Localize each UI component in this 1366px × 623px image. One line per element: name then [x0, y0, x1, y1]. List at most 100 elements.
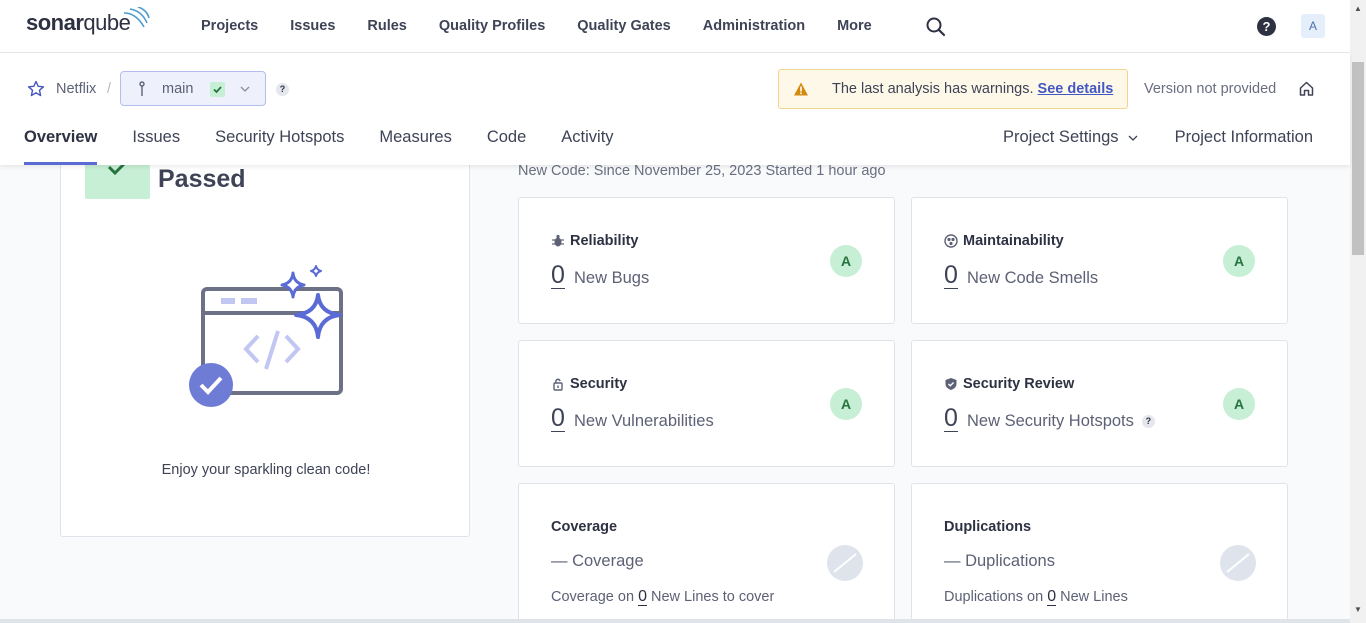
new-security-hotspots-text: New Security Hotspots [967, 412, 1134, 430]
tab-overview[interactable]: Overview [24, 123, 98, 165]
maintainability-card: Maintainability 0 New Code Smells A [911, 197, 1288, 324]
new-vulnerabilities-label: New Vulnerabilities [574, 412, 714, 431]
scroll-up-arrow-icon[interactable]: ▲ [1354, 4, 1362, 13]
new-vulnerabilities-text: New Vulnerabilities [574, 412, 714, 430]
see-details-link[interactable]: See details [1038, 81, 1114, 97]
nav-more[interactable]: More [821, 18, 888, 34]
tab-security-hotspots[interactable]: Security Hotspots [215, 123, 344, 165]
version-label: Version not provided [1144, 81, 1277, 97]
chevron-down-icon [1128, 135, 1138, 141]
home-icon[interactable] [1298, 80, 1315, 97]
warning-text-container: The last analysis has warnings. See deta… [832, 81, 1113, 97]
maintainability-label: Maintainability [963, 233, 1064, 249]
reliability-label: Reliability [570, 233, 639, 249]
duplications-value: — Duplications [944, 552, 1055, 570]
clean-code-illustration [189, 265, 343, 407]
code-smell-icon [944, 234, 958, 248]
tab-project-information[interactable]: Project Information [1175, 128, 1313, 147]
search-icon[interactable] [925, 16, 947, 38]
warning-text: The last analysis has warnings. [832, 81, 1034, 97]
new-bugs-label: New Bugs [574, 269, 649, 288]
new-code-smells-value[interactable]: 0 [944, 262, 958, 289]
security-title: Security [551, 376, 627, 392]
branch-help-icon[interactable]: ? [276, 83, 289, 96]
nav-rules[interactable]: Rules [351, 18, 423, 34]
tab-activity[interactable]: Activity [561, 123, 613, 165]
hotspots-help-icon[interactable]: ? [1141, 415, 1155, 428]
bug-icon [552, 234, 564, 247]
reliability-grade[interactable]: A [830, 245, 862, 277]
coverage-sub-suffix: New Lines to cover [651, 589, 775, 605]
branch-icon [139, 81, 145, 96]
top-navigation: sonarqube Projects Issues Rules Quality … [0, 0, 1350, 53]
new-security-hotspots-label: New Security Hotspots ? [967, 412, 1155, 431]
new-security-hotspots-value[interactable]: 0 [944, 405, 958, 432]
quality-gate-card: Passed Enjoy your sparkling clean code! [60, 140, 470, 537]
sonarqube-logo[interactable]: sonarqube [26, 7, 150, 36]
tab-issues[interactable]: Issues [132, 123, 180, 165]
vertical-scrollbar[interactable]: ▲ ▼ [1350, 0, 1366, 623]
duplications-new-lines: Duplications on 0 New Lines [944, 588, 1128, 606]
logo-text-a: sonar [26, 10, 84, 35]
lock-icon [553, 378, 563, 391]
bottom-edge [0, 619, 1350, 623]
nav-links: Projects Issues Rules Quality Profiles Q… [185, 0, 888, 52]
branch-selector[interactable]: main [120, 71, 266, 106]
duplications-empty-donut-icon [1220, 545, 1256, 581]
new-bugs-text: New Bugs [574, 269, 650, 287]
security-review-label: Security Review [963, 376, 1075, 392]
project-name-link[interactable]: Netflix [56, 81, 96, 97]
project-tabs-right: Project Settings Project Information [1003, 128, 1313, 147]
scroll-down-arrow-icon[interactable]: ▼ [1354, 605, 1362, 614]
nav-projects[interactable]: Projects [185, 18, 274, 34]
reliability-title: Reliability [551, 233, 639, 249]
tab-measures[interactable]: Measures [379, 123, 451, 165]
analysis-warning-banner: The last analysis has warnings. See deta… [778, 69, 1128, 109]
warning-icon [794, 82, 808, 96]
branch-name: main [162, 81, 194, 97]
duplications-sub-prefix: Duplications on [944, 589, 1044, 605]
maintainability-grade[interactable]: A [1223, 245, 1255, 277]
new-vulnerabilities-value[interactable]: 0 [551, 405, 565, 432]
coverage-sub-prefix: Coverage on [551, 589, 635, 605]
security-review-card: Security Review 0 New Security Hotspots … [911, 340, 1288, 467]
tab-project-settings[interactable]: Project Settings [1003, 128, 1139, 147]
quality-gate-status: Passed [158, 165, 246, 193]
nav-quality-gates[interactable]: Quality Gates [561, 18, 686, 34]
project-settings-label: Project Settings [1003, 128, 1119, 146]
coverage-lines-count[interactable]: 0 [638, 588, 647, 606]
new-code-smells-label: New Code Smells [967, 269, 1098, 288]
coverage-title: Coverage [551, 519, 618, 535]
chevron-down-icon [240, 86, 250, 92]
coverage-lines-to-cover: Coverage on 0 New Lines to cover [551, 588, 774, 606]
duplications-lines-count[interactable]: 0 [1047, 588, 1057, 606]
security-label: Security [570, 376, 628, 392]
nav-issues[interactable]: Issues [274, 18, 351, 34]
logo-swoosh-icon [123, 7, 150, 28]
duplications-title: Duplications [944, 519, 1032, 535]
duplications-card: Duplications — Duplications Duplications… [911, 483, 1288, 623]
security-grade[interactable]: A [830, 388, 862, 420]
scrollbar-thumb[interactable] [1352, 62, 1364, 255]
star-icon[interactable] [27, 80, 45, 98]
coverage-empty-donut-icon [827, 545, 863, 581]
nav-quality-profiles[interactable]: Quality Profiles [423, 18, 561, 34]
avatar[interactable]: A [1301, 14, 1325, 38]
security-review-grade[interactable]: A [1223, 388, 1255, 420]
help-icon[interactable]: ? [1257, 17, 1276, 36]
duplications-sub-suffix: New Lines [1060, 589, 1128, 605]
coverage-value: — Coverage [551, 552, 644, 570]
new-code-smells-text: New Code Smells [967, 269, 1099, 287]
new-code-period: New Code: Since November 25, 2023 Starte… [518, 163, 886, 179]
security-card: Security 0 New Vulnerabilities A [518, 340, 895, 467]
nav-administration[interactable]: Administration [687, 18, 821, 34]
shield-icon [945, 378, 957, 390]
security-review-title: Security Review [944, 376, 1074, 392]
tab-code[interactable]: Code [487, 123, 526, 165]
new-bugs-value[interactable]: 0 [551, 262, 565, 289]
maintainability-title: Maintainability [944, 233, 1064, 249]
branch-status-check-icon [210, 82, 225, 97]
quality-gate-message: Enjoy your sparkling clean code! [161, 462, 371, 478]
reliability-card: Reliability 0 New Bugs A [518, 197, 895, 324]
project-header: Netflix / main ? The last analysis has w… [0, 53, 1350, 165]
